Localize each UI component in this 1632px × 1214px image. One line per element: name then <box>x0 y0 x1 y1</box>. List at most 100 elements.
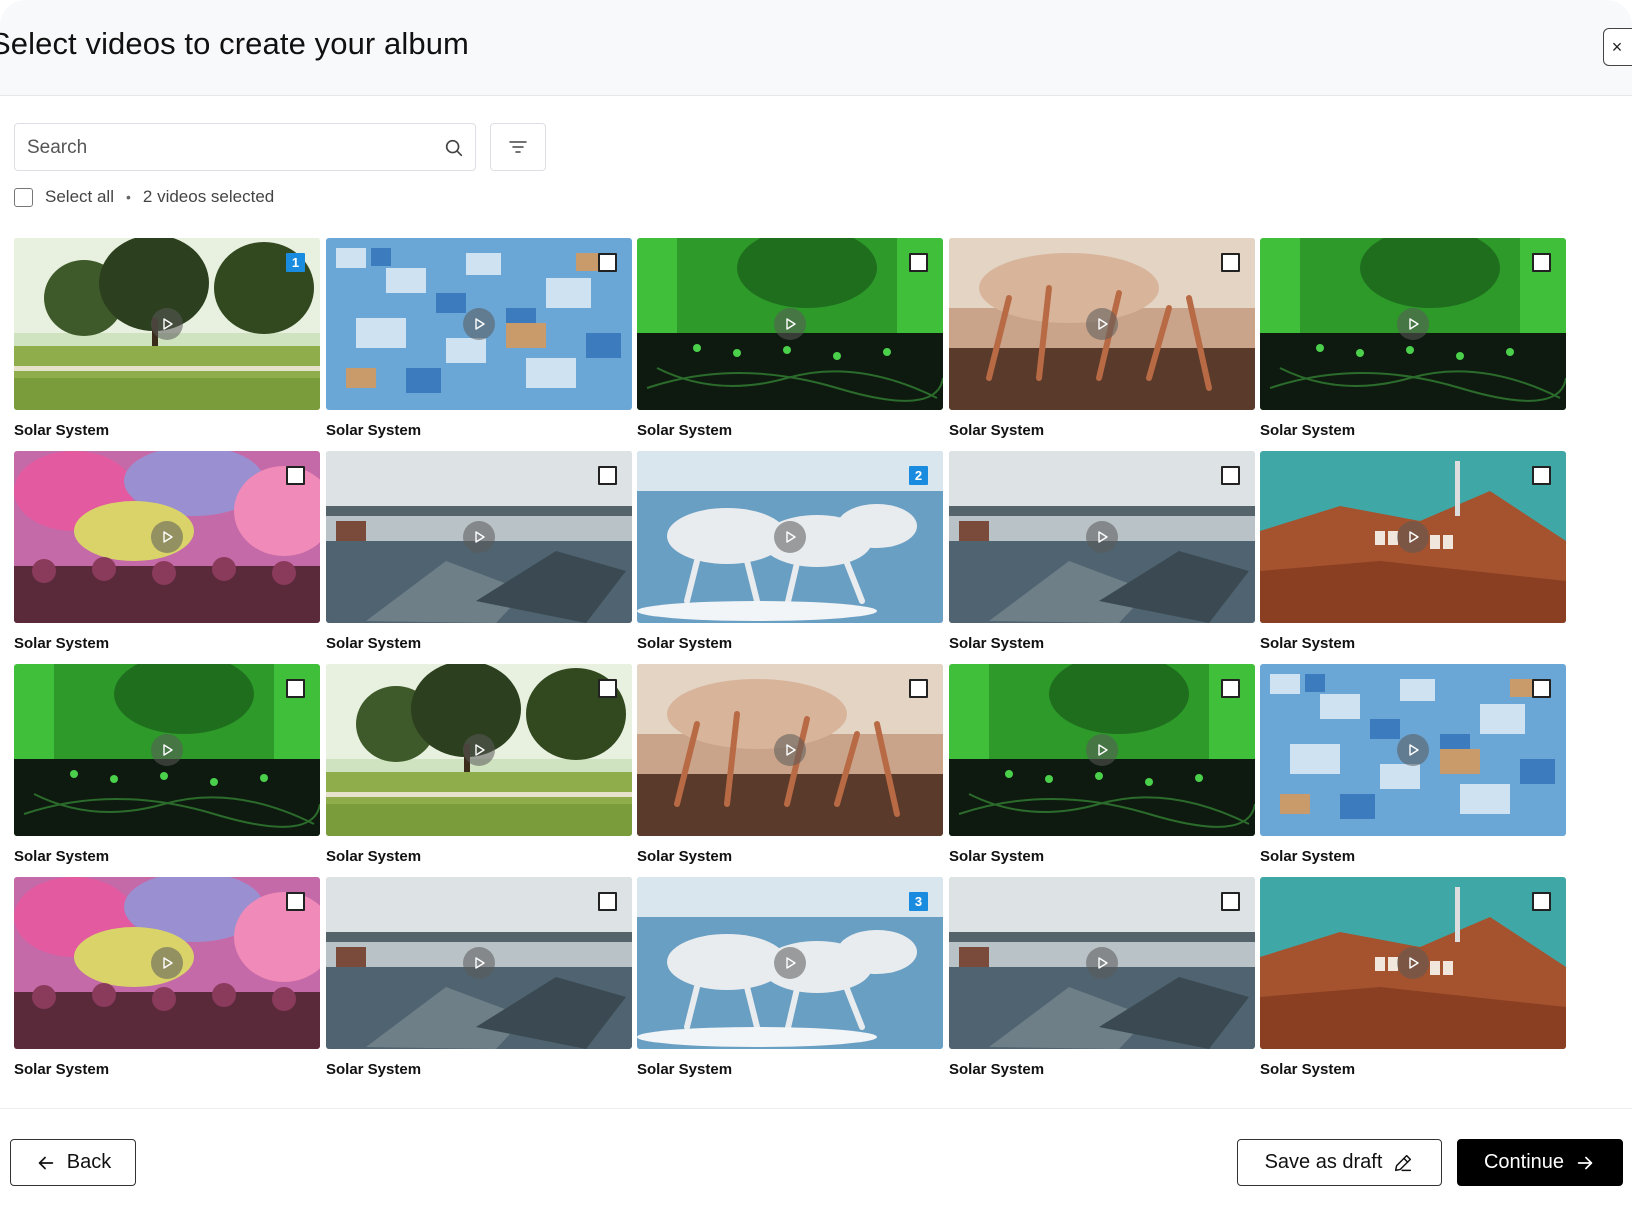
selection-bar: Select all • 2 videos selected <box>14 186 274 208</box>
video-title: Solar System <box>637 422 733 439</box>
play-icon[interactable] <box>1397 947 1429 979</box>
modal-footer: Back Save as draft Continue <box>0 1108 1632 1214</box>
video-checkbox[interactable] <box>1221 679 1240 698</box>
video-thumbnail[interactable]: 3 <box>637 877 943 1049</box>
search-box <box>14 123 476 171</box>
video-thumbnail[interactable] <box>949 877 1255 1049</box>
video-title: Solar System <box>326 1061 422 1078</box>
play-icon[interactable] <box>774 734 806 766</box>
continue-label: Continue <box>1483 1151 1565 1173</box>
video-title: Solar System <box>326 635 422 652</box>
separator-dot: • <box>125 189 131 205</box>
video-thumbnail[interactable] <box>326 664 632 836</box>
video-thumbnail[interactable] <box>1260 877 1566 1049</box>
video-checkbox[interactable] <box>1221 466 1240 485</box>
close-icon: × <box>1611 37 1623 57</box>
play-icon[interactable] <box>774 308 806 340</box>
search-icon[interactable] <box>443 137 465 159</box>
video-thumbnail[interactable] <box>326 238 632 410</box>
video-checkbox[interactable] <box>1532 466 1551 485</box>
play-icon[interactable] <box>463 947 495 979</box>
play-icon[interactable] <box>463 521 495 553</box>
play-icon[interactable] <box>151 734 183 766</box>
close-button[interactable]: × <box>1603 28 1632 66</box>
video-title: Solar System <box>326 848 422 865</box>
video-checkbox[interactable] <box>598 679 617 698</box>
play-icon[interactable] <box>463 734 495 766</box>
filter-button[interactable] <box>490 123 546 171</box>
continue-button[interactable]: Continue <box>1457 1139 1623 1186</box>
video-thumbnail[interactable] <box>14 877 320 1049</box>
video-checkbox[interactable] <box>598 253 617 272</box>
page-title: Select videos to create your album <box>0 26 469 61</box>
video-title: Solar System <box>14 635 110 652</box>
video-thumbnail[interactable] <box>14 664 320 836</box>
video-thumbnail[interactable]: 1 <box>14 238 320 410</box>
play-icon[interactable] <box>1086 308 1118 340</box>
select-all-label[interactable]: Select all <box>45 187 114 207</box>
selection-order-badge[interactable]: 3 <box>909 892 928 911</box>
play-icon[interactable] <box>1397 734 1429 766</box>
video-title: Solar System <box>637 848 733 865</box>
video-checkbox[interactable] <box>1532 253 1551 272</box>
video-title: Solar System <box>637 1061 733 1078</box>
video-title: Solar System <box>1260 422 1356 439</box>
video-thumbnail[interactable] <box>1260 664 1566 836</box>
search-input[interactable] <box>27 134 427 162</box>
video-checkbox[interactable] <box>598 466 617 485</box>
filter-icon <box>509 141 527 153</box>
video-thumbnail[interactable] <box>1260 238 1566 410</box>
play-icon[interactable] <box>1397 308 1429 340</box>
video-title: Solar System <box>14 422 110 439</box>
play-icon[interactable] <box>774 521 806 553</box>
video-checkbox[interactable] <box>286 679 305 698</box>
select-all-checkbox[interactable] <box>14 187 33 207</box>
video-thumbnail[interactable] <box>637 238 943 410</box>
video-thumbnail[interactable] <box>949 238 1255 410</box>
album-modal: Select videos to create your album × Sel… <box>0 0 1632 1214</box>
video-checkbox[interactable] <box>286 466 305 485</box>
video-title: Solar System <box>1260 635 1356 652</box>
play-icon[interactable] <box>151 947 183 979</box>
video-title: Solar System <box>637 635 733 652</box>
pencil-icon <box>1395 1154 1412 1171</box>
video-checkbox[interactable] <box>1532 679 1551 698</box>
play-icon[interactable] <box>151 308 183 340</box>
save-draft-button[interactable]: Save as draft <box>1237 1139 1442 1186</box>
play-icon[interactable] <box>1086 521 1118 553</box>
play-icon[interactable] <box>774 947 806 979</box>
video-title: Solar System <box>1260 1061 1356 1078</box>
video-thumbnail[interactable] <box>949 451 1255 623</box>
video-title: Solar System <box>14 848 110 865</box>
video-title: Solar System <box>14 1061 110 1078</box>
video-checkbox[interactable] <box>909 679 928 698</box>
video-thumbnail[interactable] <box>949 664 1255 836</box>
save-draft-label: Save as draft <box>1264 1151 1383 1173</box>
video-checkbox[interactable] <box>1221 253 1240 272</box>
back-button[interactable]: Back <box>10 1139 136 1186</box>
video-thumbnail[interactable]: 2 <box>637 451 943 623</box>
video-thumbnail[interactable] <box>637 664 943 836</box>
arrow-left-icon <box>38 1156 54 1169</box>
video-title: Solar System <box>949 1061 1045 1078</box>
selection-order-badge[interactable]: 2 <box>909 466 928 485</box>
play-icon[interactable] <box>151 521 183 553</box>
play-icon[interactable] <box>1086 734 1118 766</box>
video-thumbnail[interactable] <box>1260 451 1566 623</box>
video-checkbox[interactable] <box>598 892 617 911</box>
play-icon[interactable] <box>463 308 495 340</box>
video-thumbnail[interactable] <box>326 877 632 1049</box>
play-icon[interactable] <box>1397 521 1429 553</box>
modal-header: Select videos to create your album × <box>0 0 1632 96</box>
selection-order-badge[interactable]: 1 <box>286 253 305 272</box>
video-checkbox[interactable] <box>1221 892 1240 911</box>
play-icon[interactable] <box>1086 947 1118 979</box>
video-title: Solar System <box>1260 848 1356 865</box>
video-title: Solar System <box>949 422 1045 439</box>
arrow-right-icon <box>1577 1156 1593 1169</box>
video-checkbox[interactable] <box>286 892 305 911</box>
video-thumbnail[interactable] <box>326 451 632 623</box>
video-checkbox[interactable] <box>1532 892 1551 911</box>
video-thumbnail[interactable] <box>14 451 320 623</box>
video-checkbox[interactable] <box>909 253 928 272</box>
